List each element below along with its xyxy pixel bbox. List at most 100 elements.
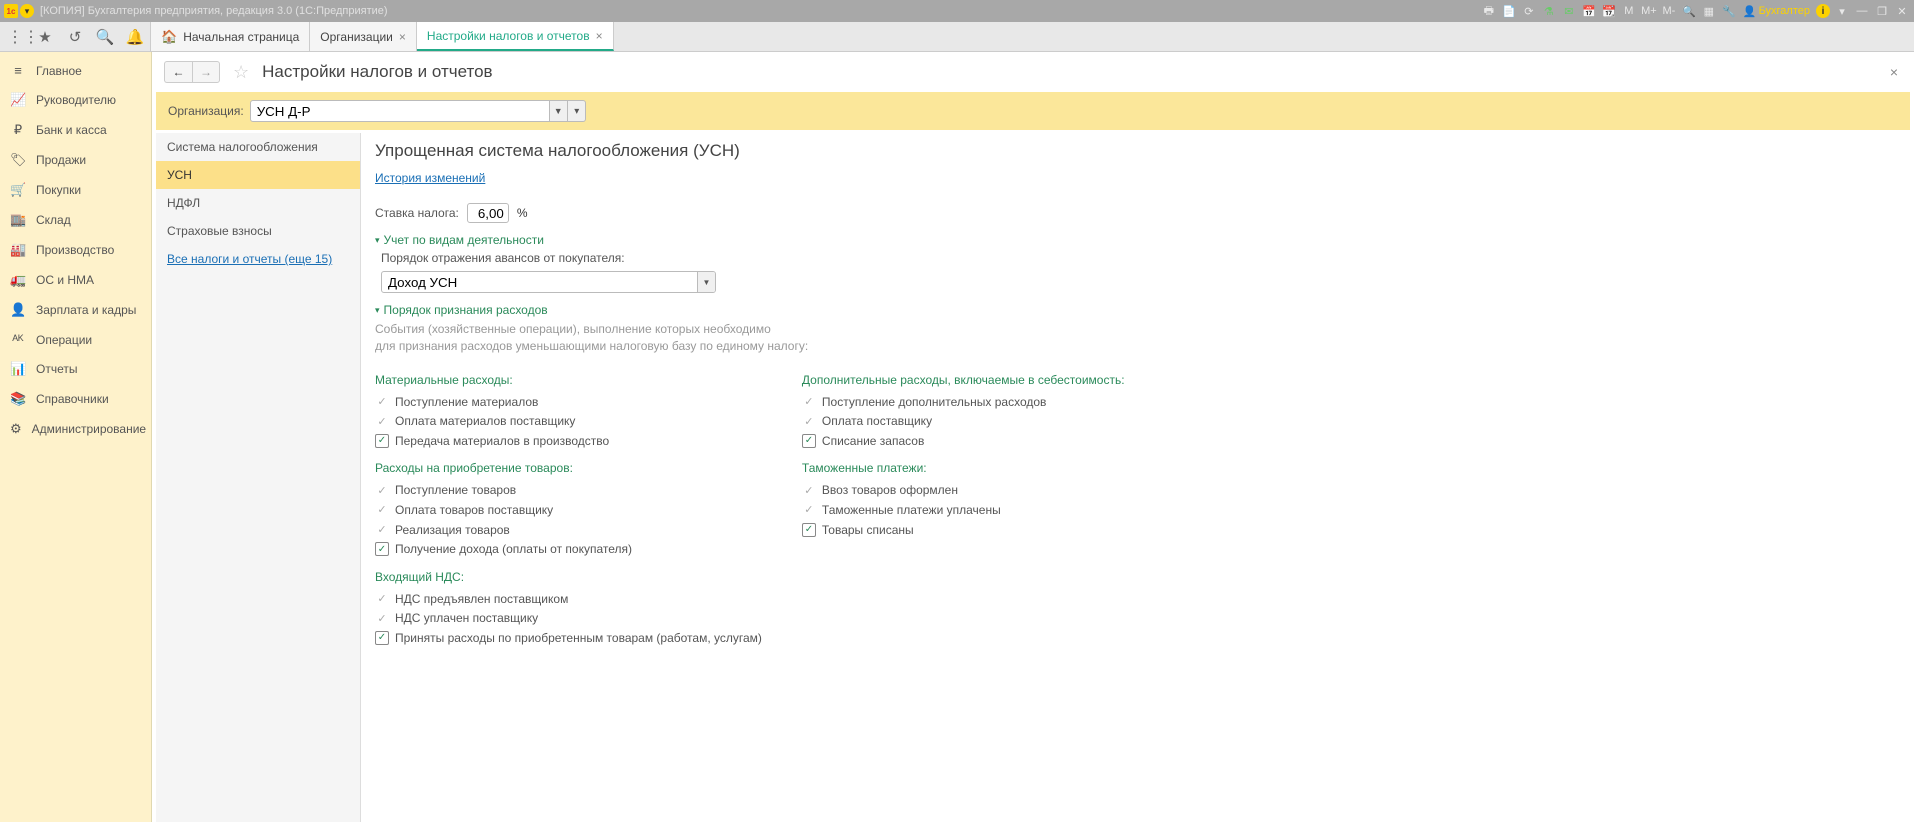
nav-item[interactable]: 🏷Продажи bbox=[0, 145, 151, 175]
favorite-star-icon[interactable]: ☆ bbox=[233, 62, 249, 83]
nav-item[interactable]: ≡Главное bbox=[0, 56, 151, 85]
tab-home[interactable]: 🏠 Начальная страница bbox=[151, 22, 310, 51]
close-page-icon[interactable]: × bbox=[1886, 60, 1902, 84]
nav-item[interactable]: 🛒Покупки bbox=[0, 175, 151, 205]
app-logo-dropdown-icon[interactable]: ▾ bbox=[20, 4, 34, 18]
group-additional-title: Дополнительные расходы, включаемые в себ… bbox=[802, 373, 1125, 387]
titlebar-m3-icon[interactable]: M- bbox=[1661, 3, 1677, 19]
nav-item[interactable]: ⚙Администрирование bbox=[0, 414, 151, 444]
checkbox-row: ✓Таможенные платежи уплачены bbox=[802, 501, 1125, 521]
forward-button[interactable]: → bbox=[192, 61, 220, 83]
chevron-down-icon[interactable]: ▼ bbox=[697, 272, 715, 292]
titlebar-m2-icon[interactable]: M+ bbox=[1641, 3, 1657, 19]
history-link[interactable]: История изменений bbox=[375, 171, 485, 185]
org-input[interactable] bbox=[250, 100, 550, 122]
apps-menu-icon[interactable]: ⋮⋮⋮ bbox=[0, 22, 30, 51]
titlebar-info-icon[interactable]: i bbox=[1816, 4, 1830, 18]
tab-tax-settings[interactable]: Настройки налогов и отчетов × bbox=[417, 22, 614, 51]
sidepanel-all-taxes-link[interactable]: Все налоги и отчеты (еще 15) bbox=[156, 245, 360, 273]
nav-icon: ₽ bbox=[10, 122, 26, 138]
sidepanel-item-tax-system[interactable]: Система налогообложения bbox=[156, 133, 360, 161]
nav-item[interactable]: 📈Руководителю bbox=[0, 85, 151, 115]
checkbox-row[interactable]: ✓Получение дохода (оплаты от покупателя) bbox=[375, 540, 762, 560]
back-button[interactable]: ← bbox=[164, 61, 192, 83]
advance-select: ▼ bbox=[381, 271, 716, 293]
titlebar-refresh-icon[interactable]: ⟳ bbox=[1521, 3, 1537, 19]
history-icon[interactable]: ↺ bbox=[60, 22, 90, 51]
checkbox-row[interactable]: ✓Передача материалов в производство bbox=[375, 432, 762, 452]
sidepanel-item-ndfl[interactable]: НДФЛ bbox=[156, 189, 360, 217]
checkbox-row[interactable]: ✓Приняты расходы по приобретенным товара… bbox=[375, 629, 762, 649]
form-title: Упрощенная система налогообложения (УСН) bbox=[375, 141, 1896, 161]
tab-organizations[interactable]: Организации × bbox=[310, 22, 417, 51]
titlebar-zoom-icon[interactable]: 🔍 bbox=[1681, 3, 1697, 19]
group-customs-title: Таможенные платежи: bbox=[802, 461, 1125, 475]
titlebar-doc-icon[interactable]: 📄 bbox=[1501, 3, 1517, 19]
checkmark-dimmed-icon: ✓ bbox=[375, 523, 389, 537]
nav-label: Главное bbox=[36, 64, 82, 78]
titlebar-calc-icon[interactable]: ⚗ bbox=[1541, 3, 1557, 19]
rate-input[interactable] bbox=[467, 203, 509, 223]
checkbox-label: Оплата поставщику bbox=[822, 414, 932, 430]
checkbox-checked-icon[interactable]: ✓ bbox=[375, 434, 389, 448]
titlebar-m-icon[interactable]: M bbox=[1621, 3, 1637, 19]
checkbox-row: ✓Оплата материалов поставщику bbox=[375, 412, 762, 432]
titlebar-date-icon[interactable]: 📆 bbox=[1601, 3, 1617, 19]
nav-icon: 📚 bbox=[10, 391, 26, 407]
titlebar-print-icon[interactable]: 🖶 bbox=[1481, 3, 1497, 19]
notifications-icon[interactable]: 🔔 bbox=[120, 22, 150, 51]
nav-item[interactable]: ᴬᴷОперации bbox=[0, 325, 151, 354]
checkbox-checked-icon[interactable]: ✓ bbox=[802, 434, 816, 448]
close-icon[interactable]: × bbox=[399, 30, 406, 44]
checkbox-row[interactable]: ✓ Списание запасов bbox=[802, 432, 1125, 452]
nav-label: Склад bbox=[36, 213, 71, 227]
advance-label: Порядок отражения авансов от покупателя: bbox=[381, 251, 1896, 265]
checkmark-dimmed-icon: ✓ bbox=[802, 503, 816, 517]
nav-label: Справочники bbox=[36, 392, 109, 406]
checkbox-label: Списание запасов bbox=[822, 434, 924, 450]
nav-label: ОС и НМА bbox=[36, 273, 94, 287]
nav-item[interactable]: 📊Отчеты bbox=[0, 354, 151, 384]
favorites-icon[interactable]: ★ bbox=[30, 22, 60, 51]
rate-label: Ставка налога: bbox=[375, 206, 459, 220]
titlebar-calendar-icon[interactable]: 📅 bbox=[1581, 3, 1597, 19]
sidepanel-item-usn[interactable]: УСН bbox=[156, 161, 360, 189]
nav-icon: 🏷 bbox=[10, 152, 26, 168]
search-icon[interactable]: 🔍 bbox=[90, 22, 120, 51]
nav-item[interactable]: 📚 Справочники bbox=[0, 384, 151, 414]
sidepanel-item-insurance[interactable]: Страховые взносы bbox=[156, 217, 360, 245]
checkbox-row: ✓ Оплата поставщику bbox=[802, 412, 1125, 432]
main-toolbar: ⋮⋮⋮ ★ ↺ 🔍 🔔 🏠 Начальная страница Организ… bbox=[0, 22, 1914, 52]
checkbox-label: Реализация товаров bbox=[395, 523, 510, 539]
org-dropdown-icon[interactable]: ▼ bbox=[550, 100, 568, 122]
nav-item[interactable]: ₽Банк и касса bbox=[0, 115, 151, 145]
user-label[interactable]: 👤 Бухгалтер bbox=[1743, 5, 1810, 18]
checkbox-label: Оплата товаров поставщику bbox=[395, 503, 553, 519]
checkbox-row[interactable]: ✓Товары списаны bbox=[802, 521, 1125, 541]
titlebar-dropdown-icon[interactable]: ▾ bbox=[1834, 3, 1850, 19]
window-maximize-icon[interactable]: ❐ bbox=[1874, 3, 1890, 19]
org-more-icon[interactable]: ▾ bbox=[568, 100, 586, 122]
nav-item[interactable]: 🏬Склад bbox=[0, 205, 151, 235]
checkmark-dimmed-icon: ✓ bbox=[802, 414, 816, 428]
nav-icon: ⚙ bbox=[10, 421, 22, 437]
section-expense-order[interactable]: ▾ Порядок признания расходов bbox=[375, 303, 1896, 317]
close-icon[interactable]: × bbox=[596, 29, 603, 43]
titlebar-send-icon[interactable]: ✉ bbox=[1561, 3, 1577, 19]
window-minimize-icon[interactable]: — bbox=[1854, 3, 1870, 19]
checkbox-row: ✓Поступление дополнительных расходов bbox=[802, 393, 1125, 413]
nav-item[interactable]: 👤Зарплата и кадры bbox=[0, 295, 151, 325]
titlebar-wrench-icon[interactable]: 🔧 bbox=[1721, 3, 1737, 19]
checkbox-checked-icon[interactable]: ✓ bbox=[375, 631, 389, 645]
section-activity-types[interactable]: ▾ Учет по видам деятельности bbox=[375, 233, 1896, 247]
checkbox-checked-icon[interactable]: ✓ bbox=[375, 542, 389, 556]
titlebar-grid-icon[interactable]: ▦ bbox=[1701, 3, 1717, 19]
checkbox-checked-icon[interactable]: ✓ bbox=[802, 523, 816, 537]
nav-item[interactable]: 🚛ОС и НМА bbox=[0, 265, 151, 295]
advance-input[interactable] bbox=[381, 271, 716, 293]
nav-icon: 📈 bbox=[10, 92, 26, 108]
chevron-down-icon: ▾ bbox=[375, 235, 380, 246]
nav-item[interactable]: 🏭Производство bbox=[0, 235, 151, 265]
checkmark-dimmed-icon: ✓ bbox=[802, 483, 816, 497]
window-close-icon[interactable]: ✕ bbox=[1894, 3, 1910, 19]
